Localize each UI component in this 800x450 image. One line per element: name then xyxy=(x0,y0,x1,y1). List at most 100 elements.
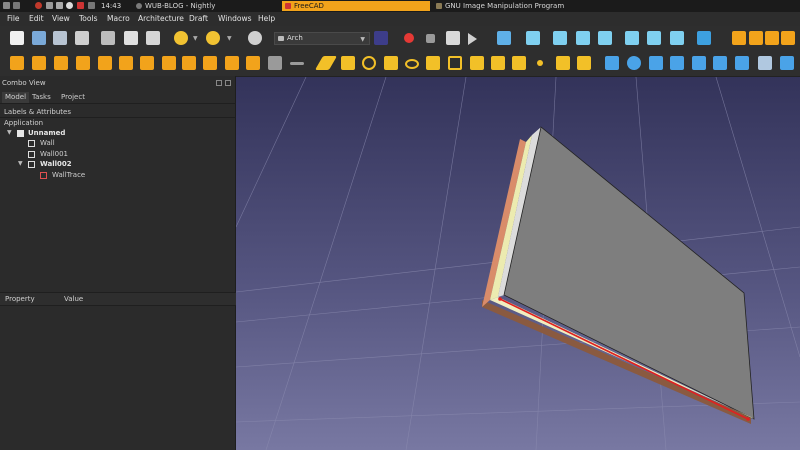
menu-help[interactable]: Help xyxy=(258,14,275,23)
arch-rebar-icon[interactable] xyxy=(54,56,68,70)
snap-grid-icon[interactable] xyxy=(781,31,795,45)
new-document-icon[interactable] xyxy=(10,31,24,45)
property-column-header[interactable]: Property xyxy=(5,295,35,303)
close-panel-icon[interactable] xyxy=(225,80,231,86)
arch-building-icon[interactable] xyxy=(98,56,112,70)
draft-offset-icon[interactable] xyxy=(649,56,663,70)
task-gimp[interactable]: GNU Image Manipulation Program xyxy=(433,1,603,11)
tree-item-wall[interactable]: Wall xyxy=(40,139,55,147)
arch-window-icon[interactable] xyxy=(140,56,154,70)
macros-icon[interactable] xyxy=(446,31,460,45)
stop-macro-icon[interactable] xyxy=(426,34,435,43)
browser-icon[interactable] xyxy=(66,2,73,9)
snap-midpoint-icon[interactable] xyxy=(749,31,763,45)
draft-point-icon[interactable] xyxy=(537,60,543,66)
tree-item-walltrace[interactable]: WallTrace xyxy=(52,171,85,179)
draft-trimex-icon[interactable] xyxy=(670,56,684,70)
menu-windows[interactable]: Windows xyxy=(218,14,251,23)
view-isometric-icon[interactable] xyxy=(526,31,540,45)
gimp-launcher-icon[interactable] xyxy=(88,2,95,9)
copy-icon[interactable] xyxy=(124,31,138,45)
debian-icon[interactable] xyxy=(35,2,42,9)
undo-dropdown-icon[interactable]: ▼ xyxy=(193,35,198,42)
draft-circle-icon[interactable] xyxy=(362,56,376,70)
draft-move-icon[interactable] xyxy=(605,56,619,70)
draft-arc-icon[interactable] xyxy=(384,56,398,70)
arch-structure-icon[interactable] xyxy=(32,56,46,70)
draft-shapestring-icon[interactable] xyxy=(556,56,570,70)
redo-icon[interactable] xyxy=(206,31,220,45)
draft-upgrade-icon[interactable] xyxy=(692,56,706,70)
draft-wire-icon[interactable] xyxy=(341,56,355,70)
menu-view[interactable]: View xyxy=(52,14,70,23)
freecad-launcher-icon[interactable] xyxy=(77,2,84,9)
arch-site-icon[interactable] xyxy=(119,56,133,70)
menu-edit[interactable]: Edit xyxy=(29,14,44,23)
expand-arrow-icon[interactable]: ▼ xyxy=(7,129,12,136)
arch-stairs-icon[interactable] xyxy=(246,56,260,70)
view-right-icon[interactable] xyxy=(598,31,612,45)
draft-rotate-icon[interactable] xyxy=(627,56,641,70)
record-macro-icon[interactable] xyxy=(404,33,414,43)
window-menu-icon[interactable] xyxy=(13,2,20,9)
3d-viewport[interactable] xyxy=(236,77,800,450)
cut-icon[interactable] xyxy=(101,31,115,45)
tab-project[interactable]: Project xyxy=(58,92,88,103)
tree-item-wall001[interactable]: Wall001 xyxy=(40,150,68,158)
arch-section-plane-icon[interactable] xyxy=(162,56,176,70)
tree-item-wall002[interactable]: Wall002 xyxy=(40,160,72,168)
view-front-icon[interactable] xyxy=(553,31,567,45)
draft-bspline-icon[interactable] xyxy=(512,56,526,70)
workbench-selector[interactable]: Arch ▼ xyxy=(274,32,370,45)
task-freecad[interactable]: FreeCAD xyxy=(282,1,430,11)
draft-scale-icon[interactable] xyxy=(735,56,749,70)
measure-icon[interactable] xyxy=(697,31,711,45)
add-icon[interactable] xyxy=(268,56,282,70)
file-manager-icon[interactable] xyxy=(46,2,53,9)
value-column-header[interactable]: Value xyxy=(64,295,83,303)
draft-rectangle-icon[interactable] xyxy=(448,56,462,70)
save-icon[interactable] xyxy=(53,31,67,45)
menu-macro[interactable]: Macro xyxy=(107,14,130,23)
execute-macro-icon[interactable] xyxy=(468,33,477,45)
view-fit-icon[interactable] xyxy=(497,31,511,45)
expand-arrow-icon[interactable]: ▼ xyxy=(18,160,23,167)
draft-polygon-icon[interactable] xyxy=(426,56,440,70)
tab-tasks[interactable]: Tasks xyxy=(29,92,54,103)
draft-line-icon[interactable] xyxy=(314,56,338,70)
draft-edit-icon[interactable] xyxy=(758,56,772,70)
menu-draft[interactable]: Draft xyxy=(189,14,208,23)
terminal-icon[interactable] xyxy=(56,2,63,9)
arch-wall-icon[interactable] xyxy=(10,56,24,70)
refresh-icon[interactable] xyxy=(248,31,262,45)
arch-floor-icon[interactable] xyxy=(76,56,90,70)
paste-icon[interactable] xyxy=(146,31,160,45)
view-bottom-icon[interactable] xyxy=(647,31,661,45)
tree-item-unnamed[interactable]: Unnamed xyxy=(28,129,65,137)
menu-tools[interactable]: Tools xyxy=(79,14,97,23)
view-left-icon[interactable] xyxy=(670,31,684,45)
menu-architecture[interactable]: Architecture xyxy=(138,14,184,23)
snap-lock-icon[interactable] xyxy=(732,31,746,45)
float-panel-icon[interactable] xyxy=(216,80,222,86)
draft-facebinder-icon[interactable] xyxy=(577,56,591,70)
draft-to-sketch-icon[interactable] xyxy=(780,56,794,70)
draft-ellipse-icon[interactable] xyxy=(405,59,419,69)
task-wub-blog[interactable]: WUB-BLOG - Nightly xyxy=(133,1,278,11)
view-rear-icon[interactable] xyxy=(625,31,639,45)
tab-model[interactable]: Model xyxy=(2,92,30,103)
undo-icon[interactable] xyxy=(174,31,188,45)
open-icon[interactable] xyxy=(32,31,46,45)
window-close-icon[interactable] xyxy=(3,2,10,9)
draft-dimension-icon[interactable] xyxy=(491,56,505,70)
draft-text-icon[interactable] xyxy=(470,56,484,70)
remove-icon[interactable] xyxy=(290,62,304,65)
arch-roof-icon[interactable] xyxy=(203,56,217,70)
redo-dropdown-icon[interactable]: ▼ xyxy=(227,35,232,42)
arch-space-icon[interactable] xyxy=(225,56,239,70)
draft-downgrade-icon[interactable] xyxy=(713,56,727,70)
snap-perpendicular-icon[interactable] xyxy=(765,31,779,45)
whats-this-icon[interactable] xyxy=(374,31,388,45)
print-icon[interactable] xyxy=(75,31,89,45)
menu-file[interactable]: File xyxy=(7,14,20,23)
